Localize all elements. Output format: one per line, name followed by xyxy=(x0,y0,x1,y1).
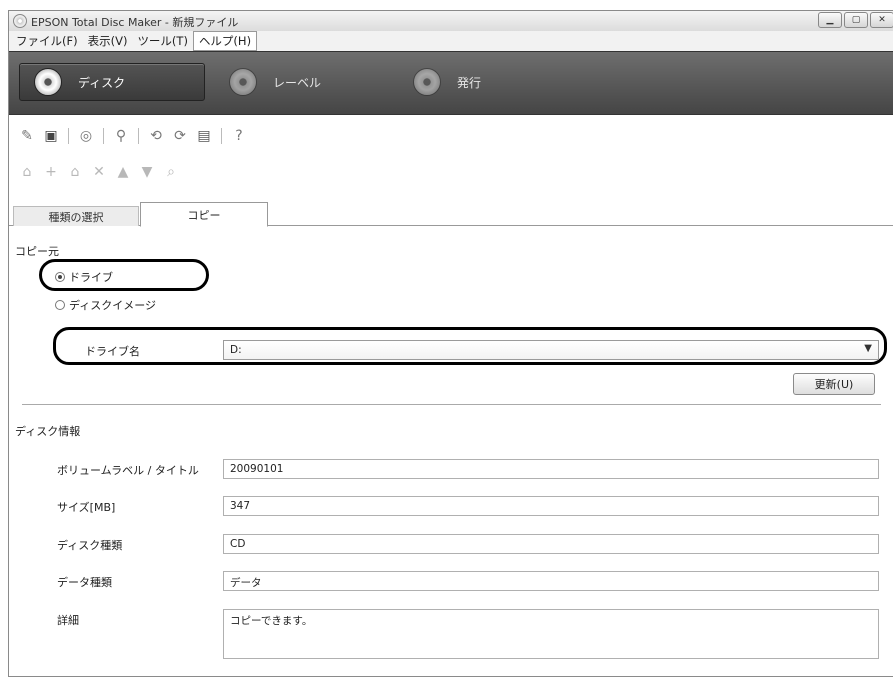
section-divider xyxy=(22,404,881,405)
menu-file[interactable]: ファイル(F) xyxy=(11,32,83,50)
menu-bar: ファイル(F) 表示(V) ツール(T) ヘルプ(H) xyxy=(9,31,893,51)
help-icon[interactable]: ? xyxy=(229,126,249,146)
mode-label-label: レーベル xyxy=(273,75,322,90)
disc-type-label: ディスク種類 xyxy=(57,539,123,552)
tab-type-select[interactable]: 種類の選択 xyxy=(13,206,139,226)
drive-select-value: D: xyxy=(230,344,242,356)
mode-disc-label: ディスク xyxy=(78,75,126,90)
tab-bar: 種類の選択 コピー xyxy=(9,202,893,227)
mode-label-button[interactable]: レーベル xyxy=(215,63,321,101)
add-item-icon[interactable]: ⌂ xyxy=(65,162,85,182)
new-icon[interactable]: ✎ xyxy=(17,126,37,146)
menu-help[interactable]: ヘルプ(H) xyxy=(192,31,258,51)
volume-label-label: ボリュームラベル / タイトル xyxy=(57,464,199,477)
details-field[interactable]: コピーできます。 xyxy=(223,609,879,659)
toolbar-separator xyxy=(221,128,222,144)
maximize-icon[interactable]: ▢ xyxy=(844,12,868,28)
save-icon[interactable]: ▣ xyxy=(41,126,61,146)
toolbar-separator xyxy=(138,128,139,144)
drive-radio-label: ドライブ xyxy=(69,271,113,284)
refresh-button[interactable]: 更新(U) xyxy=(793,373,875,395)
drive-radio[interactable]: ドライブ xyxy=(55,269,113,285)
settings-icon[interactable]: ⚲ xyxy=(111,126,131,146)
app-icon xyxy=(13,14,27,28)
preview-icon[interactable]: ◎ xyxy=(76,126,96,146)
add-file-icon[interactable]: + xyxy=(41,162,61,182)
minimize-icon[interactable]: ▁ xyxy=(818,12,842,28)
drive-name-label: ドライブ名 xyxy=(85,345,140,358)
app-window: EPSON Total Disc Maker - 新規ファイル ▁ ▢ ✕ ファ… xyxy=(8,10,893,677)
data-type-label: データ種類 xyxy=(57,576,112,589)
move-up-icon[interactable]: ▲ xyxy=(113,162,133,182)
main-toolbar: ✎ ▣ ◎ ⚲ ⟲ ⟳ ▤ ? xyxy=(9,125,249,147)
details-label: 詳細 xyxy=(57,614,79,627)
print-icon[interactable]: ▤ xyxy=(194,126,214,146)
size-field[interactable]: 347 xyxy=(223,496,879,516)
title-bar: EPSON Total Disc Maker - 新規ファイル ▁ ▢ ✕ xyxy=(9,11,893,31)
drive-radio-dot xyxy=(55,272,65,282)
menu-tools[interactable]: ツール(T) xyxy=(132,32,193,50)
mode-publish-button[interactable]: 発行 xyxy=(399,63,481,101)
export-icon[interactable]: ⟳ xyxy=(170,126,190,146)
label-disc-icon xyxy=(229,68,257,96)
mode-publish-label: 発行 xyxy=(457,75,482,90)
close-icon[interactable]: ✕ xyxy=(870,12,893,28)
tree-toolbar: ⌂ + ⌂ ✕ ▲ ▼ ⌕ xyxy=(9,161,181,183)
copy-source-heading: コピー元 xyxy=(15,245,59,258)
chevron-down-icon: ▼ xyxy=(864,343,872,354)
drive-select[interactable]: D: ▼ xyxy=(223,340,879,360)
toolbar-separator xyxy=(103,128,104,144)
mode-bar: ディスク レーベル 発行 xyxy=(9,51,893,115)
import-icon[interactable]: ⟲ xyxy=(146,126,166,146)
add-folder-icon[interactable]: ⌂ xyxy=(17,162,37,182)
window-title: EPSON Total Disc Maker - 新規ファイル xyxy=(31,16,239,29)
mode-disc-button[interactable]: ディスク xyxy=(19,63,205,101)
disc-image-radio[interactable]: ディスクイメージ xyxy=(55,297,156,313)
disc-icon xyxy=(34,68,62,96)
window-controls: ▁ ▢ ✕ xyxy=(818,12,893,28)
disc-info-heading: ディスク情報 xyxy=(15,425,81,438)
disc-type-field[interactable]: CD xyxy=(223,534,879,554)
data-type-field[interactable]: データ xyxy=(223,571,879,591)
move-down-icon[interactable]: ▼ xyxy=(137,162,157,182)
publish-disc-icon xyxy=(413,68,441,96)
tab-copy[interactable]: コピー xyxy=(140,202,268,227)
menu-view[interactable]: 表示(V) xyxy=(83,32,133,50)
size-label: サイズ[MB] xyxy=(57,501,116,514)
volume-label-field[interactable]: 20090101 xyxy=(223,459,879,479)
disc-image-radio-label: ディスクイメージ xyxy=(69,299,157,312)
delete-icon[interactable]: ✕ xyxy=(89,162,109,182)
toolbar-separator xyxy=(68,128,69,144)
find-icon[interactable]: ⌕ xyxy=(161,162,181,182)
disc-image-radio-dot xyxy=(55,300,65,310)
